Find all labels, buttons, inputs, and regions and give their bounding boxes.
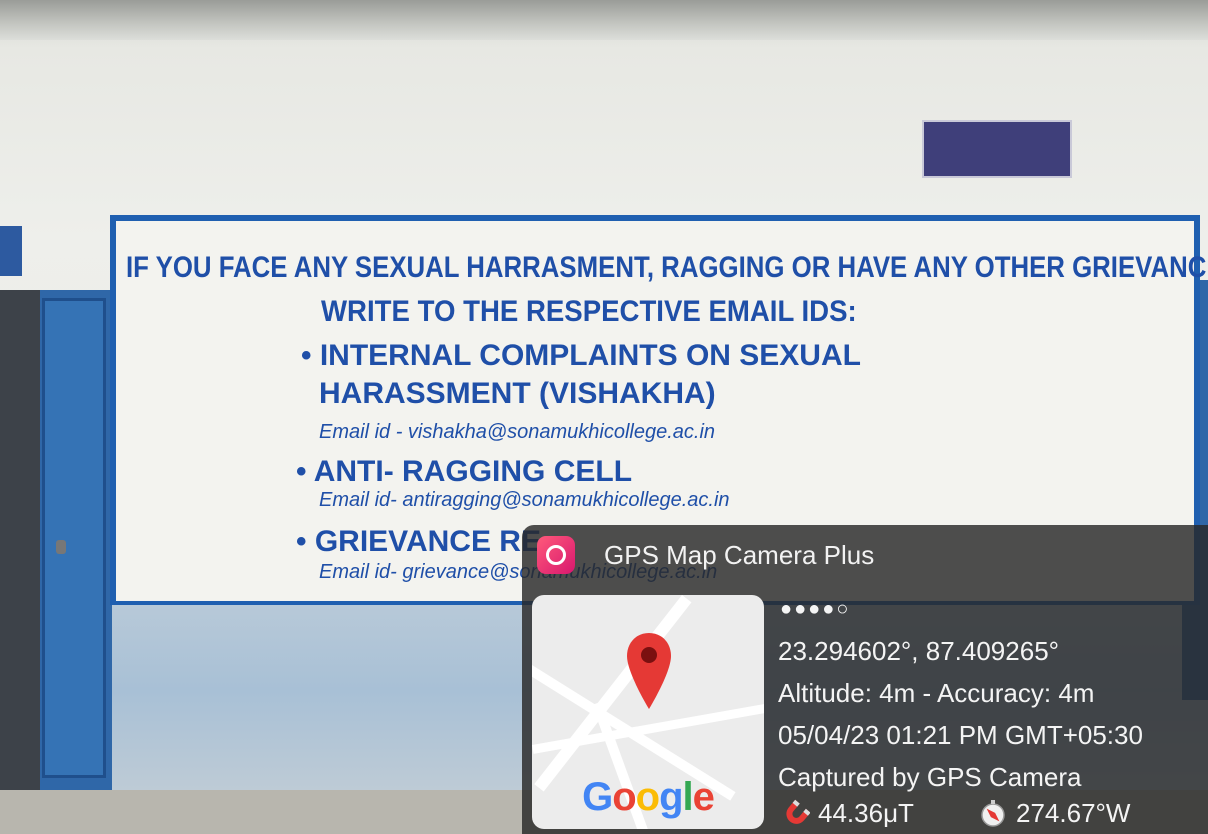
timestamp: 05/04/23 01:21 PM GMT+05:30 [778, 720, 1143, 750]
compass-value: 274.67°W [1016, 798, 1131, 828]
door-panel [42, 298, 106, 778]
room-number-plate [0, 226, 22, 276]
coordinates: 23.294602°, 87.409265° [778, 636, 1060, 666]
gps-camera-app-icon [537, 536, 575, 574]
notice-email-vishakha: Email id - vishakha@sonamukhicollege.ac.… [319, 421, 716, 443]
door-latch [56, 540, 66, 554]
notice-item-antiragging: • ANTI- RAGGING CELL [296, 455, 633, 488]
notice-email-antiragging: Email id- antiragging@sonamukhicollege.a… [319, 489, 730, 511]
notice-item-vishakha: • INTERNAL COMPLAINTS ON SEXUAL [301, 339, 861, 372]
door-shadow [0, 290, 40, 790]
notice-heading-line1: IF YOU FACE ANY SEXUAL HARRASMENT, RAGGI… [126, 251, 1208, 284]
compass-icon [981, 799, 1005, 827]
map-pin-icon [627, 633, 671, 709]
app-name: GPS Map Camera Plus [604, 540, 875, 570]
wall-plaque [922, 120, 1072, 178]
notice-item-grievance: • GRIEVANCE RE [296, 525, 541, 558]
compass-reading: 274.67°W [978, 798, 1130, 829]
captured-by: Captured by GPS Camera [778, 762, 1082, 792]
signal-indicator: ●●●●○ [780, 598, 851, 620]
magnetic-value: 44.36μT [818, 798, 914, 828]
magnet-icon [786, 799, 810, 824]
magnetic-reading: 44.36μT [780, 798, 914, 829]
google-logo: Google [582, 775, 715, 819]
mini-map: Google [532, 595, 764, 829]
notice-heading-line2: WRITE TO THE RESPECTIVE EMAIL IDS: [321, 295, 857, 328]
altitude-accuracy: Altitude: 4m - Accuracy: 4m [778, 678, 1095, 708]
ceiling-beam [0, 0, 1208, 40]
notice-item-vishakha-cont: HARASSMENT (VISHAKHA) [319, 377, 716, 410]
